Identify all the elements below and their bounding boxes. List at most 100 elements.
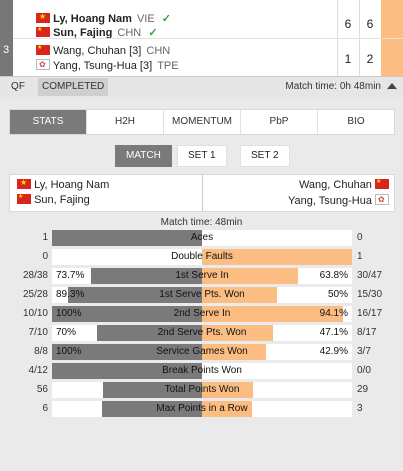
tab-stats[interactable]: STATS <box>10 110 87 134</box>
detail-tabs: STATS H2H MOMENTUM PbP BIO <box>9 109 395 135</box>
stats-match-time: Match time: 48min <box>160 217 243 228</box>
stat-left-value: 28/38 <box>22 270 48 281</box>
stat-right-value: 1 <box>357 251 363 262</box>
vietnam-flag-icon <box>36 12 50 23</box>
team1-set1-score: 6 <box>344 17 352 31</box>
stat-row: 7/10 2nd Serve Pts. Won 70% 47.1% 8/17 <box>0 324 403 342</box>
tab-h2h[interactable]: H2H <box>87 110 164 134</box>
stat-left-value: 1 <box>42 232 48 243</box>
header-divider <box>202 175 203 211</box>
stat-bar: Service Games Won 100% 42.9% <box>52 344 352 360</box>
stat-right-percent: 42.9% <box>319 346 348 357</box>
stat-label: Max Points in a Row <box>156 403 248 414</box>
right-player1: Wang, Chuhan <box>298 178 389 191</box>
tab-momentum[interactable]: MOMENTUM <box>164 110 241 134</box>
stat-left-value: 6 <box>42 403 48 414</box>
stat-bar: Break Points Won <box>52 363 352 379</box>
china-flag-icon <box>17 193 31 204</box>
stat-label: Double Faults <box>171 251 233 262</box>
china-flag-icon <box>36 26 50 37</box>
round-label: QF <box>11 81 25 92</box>
stat-left-value: 56 <box>36 384 48 395</box>
stat-row: 10/10 2nd Serve In 100% 94.1% 16/17 <box>0 305 403 323</box>
vietnam-flag-icon <box>17 178 31 189</box>
player-name: Ly, Hoang Nam <box>53 13 132 25</box>
stats-players-header: Ly, Hoang Nam Sun, Fajing Wang, Chuhan Y… <box>9 174 395 212</box>
stat-right-value: 3/7 <box>357 346 371 357</box>
player-name: Wang, Chuhan <box>53 45 127 57</box>
stat-bar: 2nd Serve Pts. Won 70% 47.1% <box>52 325 352 341</box>
stat-row: 28/38 1st Serve In 73.7% 63.8% 30/47 <box>0 267 403 285</box>
left-player1: Ly, Hoang Nam <box>17 178 110 191</box>
chinese-taipei-flag-icon <box>36 59 50 70</box>
match-button[interactable]: MATCH <box>115 145 172 167</box>
stat-label: 2nd Serve In <box>173 308 231 319</box>
stat-row: 25/28 1st Serve Pts. Won 89.3% 50% 15/30 <box>0 286 403 304</box>
set1-button[interactable]: SET 1 <box>177 145 227 167</box>
chinese-taipei-flag-icon <box>375 194 389 205</box>
stat-left-percent: 100% <box>56 308 82 319</box>
stat-right-percent: 47.1% <box>319 327 348 338</box>
stat-bar: 1st Serve Pts. Won 89.3% 50% <box>52 287 352 303</box>
stat-right-percent: 50% <box>327 289 348 300</box>
tab-bio[interactable]: BIO <box>318 110 394 134</box>
team1-player1: Ly, Hoang Nam VIE ✓ <box>36 12 171 25</box>
stat-label: Service Games Won <box>156 346 248 357</box>
stat-bar: 1st Serve In 73.7% 63.8% <box>52 268 352 284</box>
stat-label: Break Points Won <box>162 365 242 376</box>
set2-button[interactable]: SET 2 <box>240 145 290 167</box>
team2-set2-score: 2 <box>366 52 374 66</box>
match-time: Match time: 0h 48min <box>285 81 381 92</box>
stat-right-value: 30/47 <box>357 270 383 281</box>
collapse-caret-icon[interactable] <box>387 83 397 89</box>
stat-left-value: 25/28 <box>22 289 48 300</box>
stat-label: Aces <box>190 232 214 243</box>
stat-right-value: 16/17 <box>357 308 383 319</box>
stat-row: 4/12 Break Points Won 0/0 <box>0 362 403 380</box>
team2-set1-score: 1 <box>344 52 352 66</box>
stat-row: 0 Double Faults 1 <box>0 248 403 266</box>
china-flag-icon <box>375 178 389 189</box>
stat-right-percent: 94.1% <box>319 308 348 319</box>
seed: [3] <box>129 45 142 57</box>
stat-left-value: 7/10 <box>28 327 48 338</box>
player-name: Wang, Chuhan <box>298 179 372 191</box>
winner-check-icon: ✓ <box>161 13 171 25</box>
stat-row: 8/8 Service Games Won 100% 42.9% 3/7 <box>0 343 403 361</box>
china-flag-icon <box>36 44 50 55</box>
stat-right-value: 0/0 <box>357 365 371 376</box>
stat-left-value: 4/12 <box>28 365 48 376</box>
left-player2: Sun, Fajing <box>17 193 90 206</box>
round-number: 3 <box>3 44 10 56</box>
stat-label: 2nd Serve Pts. Won <box>157 327 247 338</box>
match-status-bar: QF COMPLETED Match time: 0h 48min <box>0 76 403 97</box>
stat-bar: Double Faults <box>52 249 352 265</box>
stat-left-percent: 100% <box>56 346 82 357</box>
stat-left-percent: 70% <box>56 327 77 338</box>
player-name: Ly, Hoang Nam <box>34 179 110 191</box>
stat-label: 1st Serve Pts. Won <box>159 289 245 300</box>
stat-left-value: 8/8 <box>34 346 48 357</box>
player-name: Sun, Fajing <box>34 194 90 206</box>
country-code: TPE <box>157 60 179 72</box>
status-badge: COMPLETED <box>38 78 109 96</box>
tab-pbp[interactable]: PbP <box>241 110 318 134</box>
stat-left-percent: 73.7% <box>56 270 85 281</box>
stat-left-value: 10/10 <box>22 308 48 319</box>
stat-right-value: 3 <box>357 403 363 414</box>
match-score-card[interactable]: 3 Ly, Hoang Nam VIE ✓ Sun, Fajing CHN ✓ … <box>0 0 403 97</box>
stat-left-percent: 89.3% <box>56 289 85 300</box>
team-divider <box>13 38 403 39</box>
stat-row: 56 Total Points Won 29 <box>0 381 403 399</box>
stat-left-value: 0 <box>42 251 48 262</box>
stat-right-value: 29 <box>357 384 369 395</box>
team2-player2: Yang, Tsung-Hua [3] TPE <box>36 59 179 72</box>
right-player2: Yang, Tsung-Hua <box>288 194 389 207</box>
stat-right-value: 15/30 <box>357 289 383 300</box>
stat-right-value: 0 <box>357 232 363 243</box>
country-code: VIE <box>136 13 155 25</box>
player-name: Yang, Tsung-Hua <box>287 195 372 207</box>
stat-bar: Max Points in a Row <box>52 401 352 417</box>
stat-label: Total Points Won <box>164 384 240 395</box>
stat-bar: Aces <box>52 230 352 246</box>
